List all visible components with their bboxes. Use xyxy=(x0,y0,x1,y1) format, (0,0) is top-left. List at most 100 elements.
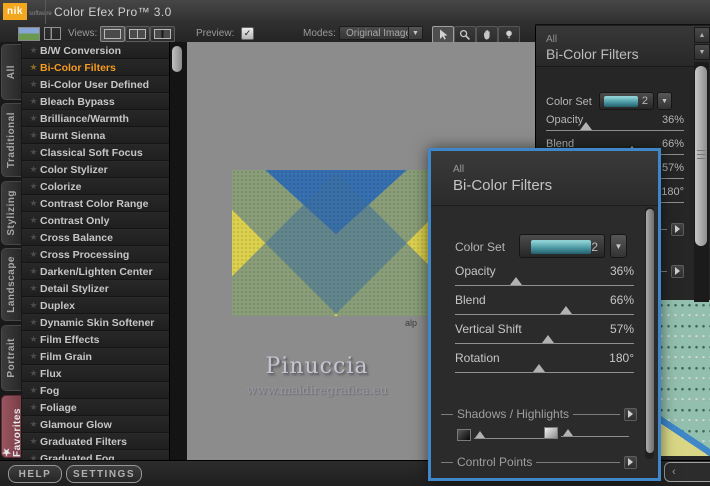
filter-item[interactable]: ★Brilliance/Warmth xyxy=(22,110,169,127)
filter-item[interactable]: ★Flux xyxy=(22,365,169,382)
slider-knob[interactable] xyxy=(563,429,573,436)
image-thumbnail-icon[interactable] xyxy=(18,27,40,41)
scroll-down-button[interactable]: ▼ xyxy=(694,44,710,60)
filter-item[interactable]: ★Glamour Glow xyxy=(22,416,169,433)
views-label: Views: xyxy=(68,28,97,39)
settings-button[interactable]: SETTINGS xyxy=(66,465,142,483)
tab-all[interactable]: All xyxy=(1,44,21,100)
filter-item[interactable]: ★Colorize xyxy=(22,178,169,195)
shadows-highlights-section: Shadows / Highlights xyxy=(441,407,637,421)
lightbulb-icon xyxy=(503,29,515,41)
expand-section-button[interactable] xyxy=(624,456,637,469)
floating-filter-panel[interactable]: All Bi-Color Filters Color Set 2 ▼ Opaci… xyxy=(428,148,661,481)
slider-knob[interactable] xyxy=(475,431,485,438)
tab-landscape[interactable]: Landscape xyxy=(1,248,21,321)
teal-gradient-swatch xyxy=(531,240,591,254)
expand-section-button[interactable] xyxy=(624,408,637,421)
modes-dropdown[interactable]: Original Image▼ xyxy=(339,26,423,40)
panel-category: All xyxy=(546,34,557,45)
slider-knob[interactable] xyxy=(510,277,522,285)
slider-track[interactable] xyxy=(455,285,634,286)
slider-knob[interactable] xyxy=(580,122,592,130)
filter-item[interactable]: ★Bi-Color User Defined xyxy=(22,76,169,93)
preview-label: Preview: xyxy=(196,28,234,39)
expand-section-button[interactable] xyxy=(671,223,684,236)
filter-list-scrollbar[interactable] xyxy=(169,42,183,460)
color-set-dropdown-button[interactable]: ▼ xyxy=(657,92,672,110)
zoom-tool-button[interactable] xyxy=(454,26,476,43)
color-set-swatch[interactable]: 2 xyxy=(519,234,605,258)
slider-knob[interactable] xyxy=(542,335,554,343)
panel-title: Bi-Color Filters xyxy=(546,46,639,62)
opacity-slider-row: Opacity36% xyxy=(455,264,634,290)
filter-item[interactable]: ★Color Stylizer xyxy=(22,161,169,178)
tab-favorites[interactable]: ★ Favorites xyxy=(1,395,21,458)
scroll-up-button[interactable]: ▲ xyxy=(694,27,710,43)
star-icon: ★ xyxy=(27,62,40,73)
preview-checkbox[interactable]: ✓ xyxy=(241,27,254,40)
filter-item[interactable]: ★Cross Balance xyxy=(22,229,169,246)
star-icon: ★ xyxy=(27,198,40,209)
panel-layout-icon[interactable] xyxy=(44,27,61,40)
highlights-mini-slider xyxy=(544,427,632,449)
filter-item[interactable]: ★Fog xyxy=(22,382,169,399)
filter-item[interactable]: ★Duplex xyxy=(22,297,169,314)
side-by-side-view-icon xyxy=(154,29,171,39)
filter-item[interactable]: ★Graduated Filters xyxy=(22,433,169,450)
slider-track[interactable] xyxy=(455,343,634,344)
filter-item[interactable]: ★Bleach Bypass xyxy=(22,93,169,110)
star-icon: ★ xyxy=(27,249,40,260)
tab-portrait[interactable]: Portrait xyxy=(1,325,21,391)
tab-traditional[interactable]: Traditional xyxy=(1,103,21,177)
filter-item[interactable]: ★B/W Conversion xyxy=(22,42,169,59)
filter-item[interactable]: ★Classical Soft Focus xyxy=(22,144,169,161)
filter-item[interactable]: ★Dynamic Skin Softener xyxy=(22,314,169,331)
filter-item[interactable]: ★Contrast Color Range xyxy=(22,195,169,212)
chevron-down-icon[interactable]: ▼ xyxy=(408,27,422,39)
slider-track[interactable] xyxy=(546,130,684,131)
lightbulb-tool-button[interactable] xyxy=(498,26,520,43)
chevron-left-icon: ‹ xyxy=(672,466,676,478)
star-icon: ★ xyxy=(27,385,40,396)
view-single-button[interactable] xyxy=(100,26,125,42)
filter-item[interactable]: ★Burnt Sienna xyxy=(22,127,169,144)
color-set-dropdown-button[interactable]: ▼ xyxy=(610,234,627,258)
star-icon: ★ xyxy=(1,446,12,458)
pan-tool-button[interactable] xyxy=(476,26,498,43)
star-icon: ★ xyxy=(27,402,40,413)
panel-scrollbar[interactable] xyxy=(694,62,709,302)
panel-scrollbar[interactable] xyxy=(645,207,654,459)
slider-knob[interactable] xyxy=(560,306,572,314)
scrollbar-thumb[interactable] xyxy=(646,209,654,453)
triangle-right-icon xyxy=(628,410,633,418)
tab-stylizing[interactable]: Stylizing xyxy=(1,181,21,245)
slider-track[interactable] xyxy=(474,438,548,439)
filter-item[interactable]: ★Cross Processing xyxy=(22,246,169,263)
view-sidebyside-button[interactable] xyxy=(150,26,175,42)
color-set-swatch[interactable]: 2 xyxy=(599,92,654,110)
filter-item[interactable]: ★Detail Stylizer xyxy=(22,280,169,297)
collapse-panel-button[interactable]: ‹ xyxy=(664,462,710,482)
preview-image[interactable] xyxy=(232,170,440,316)
scrollbar-thumb[interactable] xyxy=(695,66,707,246)
filter-item[interactable]: ★Film Effects xyxy=(22,331,169,348)
slider-knob[interactable] xyxy=(533,364,545,372)
filter-item[interactable]: ★Foliage xyxy=(22,399,169,416)
app-window: nik software Color Efex Pro™ 3.0 Views: … xyxy=(0,0,710,486)
view-split-button[interactable] xyxy=(125,26,150,42)
select-tool-button[interactable] xyxy=(432,26,454,43)
scrollbar-thumb[interactable] xyxy=(172,46,182,72)
filter-item[interactable]: ★Contrast Only xyxy=(22,212,169,229)
expand-section-button[interactable] xyxy=(671,265,684,278)
hand-icon xyxy=(481,29,493,41)
star-icon: ★ xyxy=(27,334,40,345)
filter-item-selected[interactable]: ★Bi-Color Filters xyxy=(22,59,169,76)
slider-track[interactable] xyxy=(455,372,634,373)
help-button[interactable]: HELP xyxy=(8,465,62,483)
slider-track[interactable] xyxy=(561,436,629,437)
filter-item[interactable]: ★Darken/Lighten Center xyxy=(22,263,169,280)
filter-item[interactable]: ★Film Grain xyxy=(22,348,169,365)
slider-track[interactable] xyxy=(455,314,634,315)
blend-slider-row: Blend66% xyxy=(455,293,634,319)
star-icon: ★ xyxy=(27,283,40,294)
